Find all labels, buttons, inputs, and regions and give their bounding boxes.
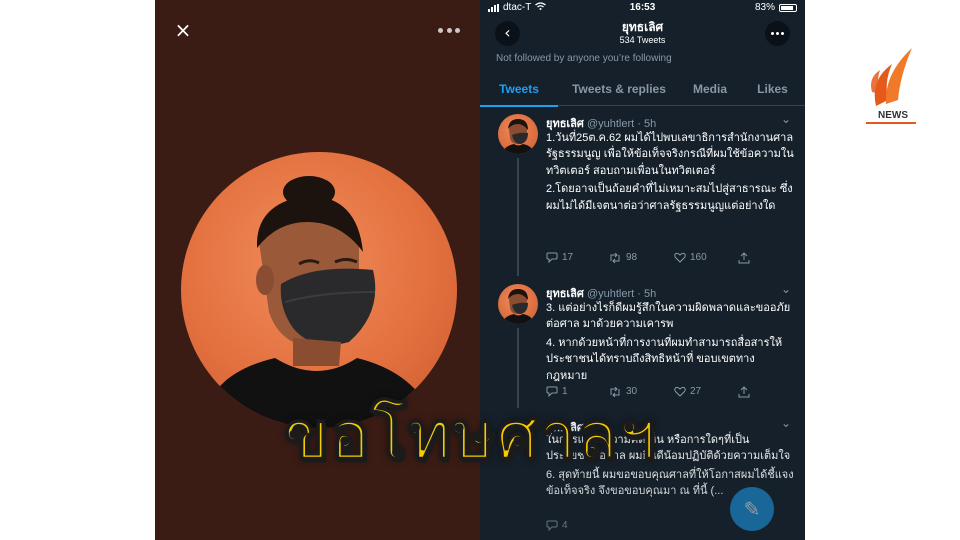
tab-tweets-replies[interactable]: Tweets & replies — [558, 72, 680, 106]
profile-header: ‹ ยุทธเลิศ 534 Tweets — [480, 16, 805, 50]
tweet-actions: 17 98 160 — [546, 252, 750, 266]
reply-count: 17 — [562, 252, 574, 263]
reply-count: 4 — [562, 520, 568, 531]
like-count: 27 — [690, 386, 702, 397]
tab-likes[interactable]: Likes — [740, 72, 805, 106]
profile-tabs: Tweets Tweets & replies Media Likes — [480, 72, 805, 107]
thread-line — [517, 158, 519, 276]
tweet-author: ยุทธเลิศ — [546, 288, 584, 300]
chevron-down-icon[interactable]: ⌄ — [781, 282, 791, 296]
tab-tweets[interactable]: Tweets — [480, 72, 558, 107]
like-count: 160 — [690, 252, 707, 263]
share-icon — [738, 386, 750, 398]
tweet-text: 3. แต่อย่างไรก็ดีผมรู้สึกในความผิดพลาดแล… — [546, 300, 794, 384]
tweet-paragraph: 3. แต่อย่างไรก็ดีผมรู้สึกในความผิดพลาดแล… — [546, 302, 791, 331]
more-horizontal-icon[interactable] — [438, 24, 460, 36]
share-button[interactable] — [738, 252, 750, 264]
reply-button[interactable]: 4 — [546, 520, 568, 531]
chevron-down-icon[interactable]: ⌄ — [781, 112, 791, 126]
chevron-down-icon[interactable]: ⌄ — [781, 416, 791, 430]
like-button[interactable]: 160 — [674, 252, 707, 263]
thai-pbs-logo-icon — [862, 40, 922, 120]
close-icon[interactable]: × — [173, 20, 193, 40]
retweet-icon — [608, 252, 622, 263]
logo-text: NEWS — [878, 110, 908, 121]
tweet-paragraph: 1.วันที่25ต.ค.62 ผมได้ไปพบเลขาธิการสำนัก… — [546, 132, 794, 177]
tweet-count: 534 Tweets — [619, 35, 666, 45]
reply-icon — [546, 252, 558, 263]
share-icon — [738, 252, 750, 264]
heart-icon — [674, 252, 686, 263]
profile-photo — [181, 152, 457, 428]
tweet-avatar[interactable] — [498, 284, 538, 324]
tweet-handle: @yuhtlert · 5h — [586, 118, 657, 130]
battery-percent: 83% — [754, 2, 775, 13]
battery-icon — [779, 3, 797, 12]
tweet-paragraph: 4. หากด้วยหน้าที่การงานที่ผมทำสามารถสื่อ… — [546, 336, 783, 382]
tweet-author: ยุทธเลิศ — [546, 118, 584, 130]
tweet-avatar[interactable] — [498, 114, 538, 154]
reply-button[interactable]: 17 — [546, 252, 573, 263]
follow-note: Not followed by anyone you’re following — [496, 53, 672, 64]
logo-underline — [866, 122, 916, 124]
tab-media[interactable]: Media — [680, 72, 740, 106]
more-options-icon[interactable] — [765, 21, 790, 46]
tweet-text: 1.วันที่25ต.ค.62 ผมได้ไปพบเลขาธิการสำนัก… — [546, 130, 794, 214]
tweet-actions: 4 — [546, 520, 746, 534]
reply-icon — [546, 520, 558, 531]
headline-caption: ขอโทษศาลฯ — [283, 396, 657, 475]
status-bar: dtac-T 16:53 83% — [480, 0, 805, 16]
tweet-item[interactable]: ยุทธเลิศ @yuhtlert · 5h ⌄ 1.วันที่25ต.ค.… — [480, 106, 805, 276]
compose-tweet-icon[interactable]: ✎ — [730, 487, 774, 531]
tweet-item[interactable]: ยุทธเลิศ @yuhtlert · 5h ⌄ 3. แต่อย่างไรก… — [480, 276, 805, 408]
tweet-handle: @yuhtlert · 5h — [586, 288, 657, 300]
share-button[interactable] — [738, 386, 750, 398]
retweet-count: 98 — [626, 252, 638, 263]
tweet-paragraph: 2.โดยอาจเป็นถ้อยคำที่ไม่เหมาะสมไปสู่สาธา… — [546, 183, 793, 212]
retweet-button[interactable]: 98 — [608, 252, 637, 263]
